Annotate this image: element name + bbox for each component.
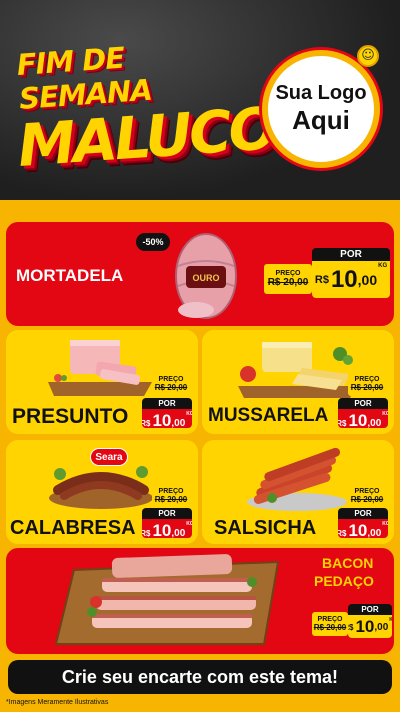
mortadela-image: OURO — [175, 233, 237, 319]
price-integer: 10 — [330, 265, 358, 293]
old-price-box: PREÇO R$ 20,00 — [152, 484, 190, 508]
new-price-box: POR R$ 10 ,00 KG — [142, 508, 192, 538]
old-price-label: PREÇO — [158, 376, 184, 383]
price-unit: KG — [186, 521, 192, 527]
logo-line1: Sua Logo — [275, 82, 367, 104]
seara-logo: Seara — [90, 448, 128, 466]
price-integer: 10 — [152, 521, 172, 538]
new-price-box: POR R$ 10 ,00 KG — [338, 398, 388, 428]
old-price-label: PREÇO — [354, 376, 380, 383]
product-card-presunto[interactable]: PRESUNTO PREÇO R$ 20,00 POR R$ 10 ,00 KG — [6, 330, 198, 434]
product-name: CALABRESA — [10, 517, 136, 539]
mussarela-image — [238, 342, 356, 398]
old-price-box: PREÇO R$ 20,00 — [312, 612, 348, 636]
discount-badge: -50% — [136, 233, 170, 251]
price-decimal: ,00 — [171, 418, 186, 428]
old-price-box: PREÇO R$ 20,00 — [348, 484, 386, 508]
product-card-mortadela[interactable]: MORTADELA OURO PREÇO R$ 20,00 POR R$ 10 … — [6, 222, 394, 326]
old-price-label: PREÇO — [317, 616, 343, 623]
price-integer: 10 — [348, 411, 368, 428]
old-price-label: PREÇO — [158, 488, 184, 495]
currency: R$ — [142, 529, 151, 538]
new-price-label: POR — [142, 508, 192, 519]
currency: R$ — [142, 419, 151, 428]
product-card-salsicha[interactable]: SALSICHA PREÇO R$ 20,00 POR R$ 10 ,00 KG — [202, 440, 394, 544]
price-integer: 10 — [348, 521, 368, 538]
price-unit: KG — [389, 617, 392, 623]
old-price-box: PREÇO R$ 20,00 — [348, 372, 386, 396]
presunto-image — [48, 340, 152, 396]
currency: R$ — [348, 622, 354, 632]
smiley-icon: ☺ — [357, 45, 379, 67]
old-price-box: PREÇO R$ 20,00 — [264, 264, 312, 294]
old-price-label: PREÇO — [354, 488, 380, 495]
new-price-box: POR R$ 10 ,00 KG — [312, 248, 390, 298]
mortadela-brand: OURO — [193, 273, 220, 283]
product-name: SALSICHA — [214, 517, 317, 539]
price-decimal: ,00 — [171, 528, 186, 538]
old-price: R$ 20,00 — [350, 383, 384, 392]
campaign-title: Fim de Semana Maluco — [16, 41, 277, 180]
cta-banner[interactable]: Crie seu encarte com este tema! — [8, 660, 392, 694]
logo-line2: Aqui — [292, 105, 350, 135]
price-unit: KG — [186, 411, 192, 417]
new-price-label: POR — [338, 508, 388, 519]
price-unit: KG — [382, 521, 388, 527]
product-name-line1: BACON — [322, 555, 374, 571]
header-banner: Fim de Semana Maluco Sua Logo Aqui ☺ — [0, 0, 400, 200]
product-name-line2: PEDAÇO — [314, 573, 374, 589]
new-price-label: POR — [142, 398, 192, 409]
old-price: R$ 20,00 — [154, 383, 188, 392]
old-price: R$ 20,00 — [267, 277, 309, 288]
currency: R$ — [314, 273, 329, 286]
price-decimal: ,00 — [367, 418, 382, 428]
new-price-label: POR — [338, 398, 388, 409]
currency: R$ — [338, 419, 347, 428]
new-price-box: POR R$ 10 ,00 KG — [142, 398, 192, 428]
salsicha-image — [247, 447, 347, 511]
old-price-box: PREÇO R$ 20,00 — [152, 372, 190, 396]
price-unit: KG — [382, 411, 388, 417]
old-price: R$ 20,00 — [154, 495, 188, 504]
old-price-label: PREÇO — [275, 270, 301, 277]
product-name: MORTADELA — [16, 266, 124, 285]
product-card-bacon[interactable]: BACON PEDAÇO PREÇO R$ 20,00 POR R$ 10 ,0… — [6, 548, 394, 654]
old-price: R$ 20,00 — [313, 623, 347, 632]
price-decimal: ,00 — [357, 271, 378, 288]
price-integer: 10 — [152, 411, 172, 428]
new-price-box: POR R$ 10 ,00 KG — [338, 508, 388, 538]
new-price-label: POR — [312, 248, 390, 261]
product-name: MUSSARELA — [208, 405, 329, 426]
old-price: R$ 20,00 — [350, 495, 384, 504]
disclaimer-text: *Imagens Meramente Ilustrativas — [6, 699, 109, 706]
product-card-mussarela[interactable]: MUSSARELA PREÇO R$ 20,00 POR R$ 10 ,00 K… — [202, 330, 394, 434]
logo-placeholder[interactable]: Sua Logo Aqui — [262, 50, 380, 168]
price-decimal: ,00 — [374, 621, 389, 633]
bacon-image — [54, 554, 280, 645]
price-decimal: ,00 — [367, 528, 382, 538]
product-name: PRESUNTO — [12, 405, 129, 428]
new-price-box: POR R$ 10 ,00 KG — [348, 604, 392, 638]
price-integer: 10 — [355, 617, 375, 636]
price-unit: KG — [378, 263, 388, 269]
currency: R$ — [338, 529, 347, 538]
new-price-label: POR — [348, 604, 392, 615]
